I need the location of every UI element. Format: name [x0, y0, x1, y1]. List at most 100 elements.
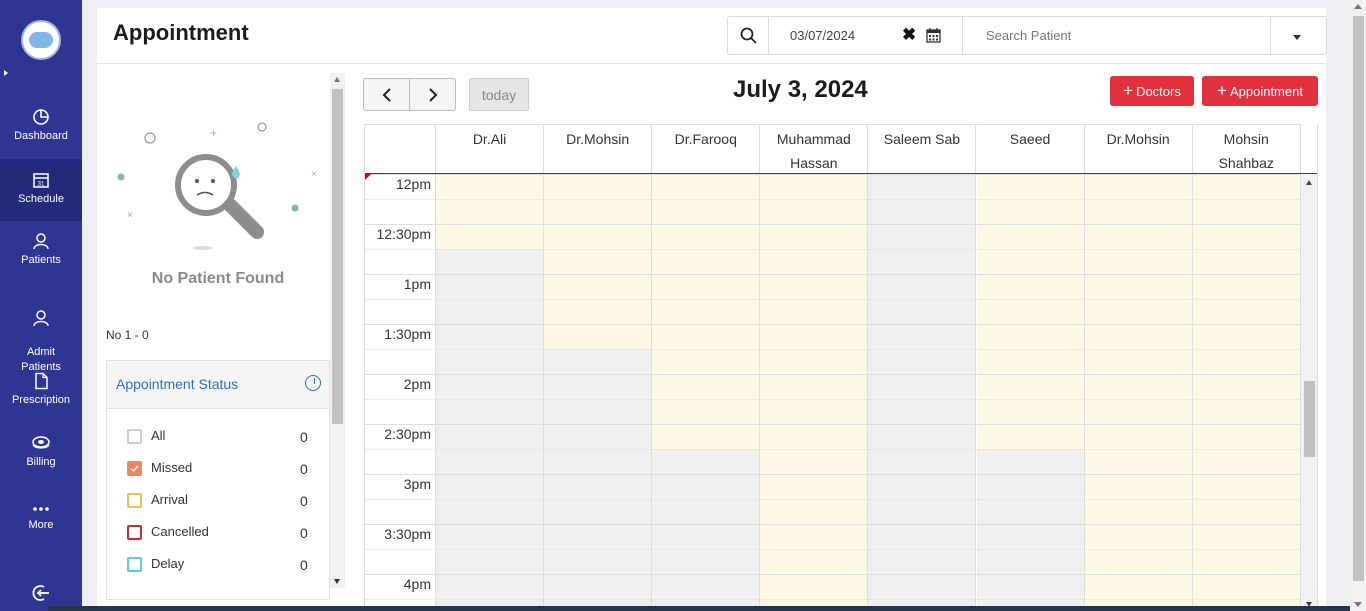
time-slot[interactable] [976, 224, 1085, 249]
time-slot[interactable] [760, 299, 869, 324]
time-slot[interactable] [1084, 574, 1193, 599]
time-grid[interactable]: 12pm 12:30pm 1pm 1:30pm 2pm 2:30pm 3pm 3:30pm 4p… [365, 174, 1301, 611]
time-slot[interactable] [1192, 174, 1301, 199]
date-field[interactable]: 03/07/2024 ✖ [769, 17, 963, 54]
time-slot[interactable] [1192, 324, 1301, 349]
sidebar-item-billing[interactable]: Billing [0, 434, 82, 480]
time-slot[interactable] [652, 399, 761, 424]
time-slot[interactable] [760, 449, 869, 474]
time-slot[interactable] [544, 324, 653, 349]
time-slot[interactable] [544, 274, 653, 299]
time-slot[interactable] [868, 524, 977, 549]
sidebar-item-schedule[interactable]: 31 Schedule [0, 159, 82, 221]
status-checkbox-missed[interactable] [127, 461, 142, 476]
time-slot[interactable] [652, 174, 761, 199]
time-slot[interactable] [760, 199, 869, 224]
sidebar-item-patients[interactable]: Patients [0, 232, 82, 278]
time-slot[interactable] [868, 349, 977, 374]
time-slot[interactable] [652, 349, 761, 374]
time-slot[interactable] [436, 474, 545, 499]
time-slot[interactable] [760, 274, 869, 299]
patient-dropdown[interactable] [1271, 17, 1326, 54]
time-slot[interactable] [652, 524, 761, 549]
time-slot[interactable] [544, 474, 653, 499]
time-slot[interactable] [544, 399, 653, 424]
time-slot[interactable] [1084, 374, 1193, 399]
time-slot[interactable] [436, 199, 545, 224]
time-slot[interactable] [1192, 574, 1301, 599]
scroll-up-icon[interactable] [1354, 4, 1362, 9]
time-slot[interactable] [760, 399, 869, 424]
time-slot[interactable] [868, 399, 977, 424]
time-slot[interactable] [976, 424, 1085, 449]
time-slot[interactable] [652, 549, 761, 574]
appointment-status-header[interactable]: Appointment Status [107, 361, 329, 409]
time-slot[interactable] [652, 249, 761, 274]
time-slot[interactable] [868, 499, 977, 524]
time-slot[interactable] [976, 449, 1085, 474]
time-slot[interactable] [868, 249, 977, 274]
time-slot[interactable] [1084, 549, 1193, 574]
time-slot[interactable] [976, 249, 1085, 274]
time-slot[interactable] [544, 224, 653, 249]
time-slot[interactable] [436, 374, 545, 399]
time-slot[interactable] [868, 424, 977, 449]
time-slot[interactable] [760, 174, 869, 199]
logout-button[interactable] [0, 583, 82, 603]
time-slot[interactable] [976, 524, 1085, 549]
left-panel-scrollbar[interactable] [330, 73, 345, 588]
time-slot[interactable] [760, 499, 869, 524]
search-patient-input[interactable] [963, 17, 1270, 54]
clear-date-icon[interactable]: ✖ [902, 25, 916, 45]
sidebar-collapse-icon[interactable] [4, 70, 8, 76]
time-slot[interactable] [1192, 424, 1301, 449]
time-slot[interactable] [652, 424, 761, 449]
time-slot[interactable] [976, 374, 1085, 399]
prev-button[interactable] [363, 78, 410, 111]
time-slot[interactable] [976, 174, 1085, 199]
time-slot[interactable] [760, 549, 869, 574]
time-slot[interactable] [868, 299, 977, 324]
time-slot[interactable] [1084, 474, 1193, 499]
sidebar-item-prescription[interactable]: Prescription [0, 372, 82, 418]
time-slot[interactable] [976, 299, 1085, 324]
time-slot[interactable] [544, 574, 653, 599]
time-slot[interactable] [436, 174, 545, 199]
time-slot[interactable] [652, 474, 761, 499]
time-slot[interactable] [868, 199, 977, 224]
today-button[interactable]: today [469, 78, 529, 111]
time-slot[interactable] [544, 374, 653, 399]
time-slot[interactable] [544, 199, 653, 224]
time-slot[interactable] [868, 324, 977, 349]
status-checkbox-delay[interactable] [127, 557, 142, 572]
scroll-up-icon[interactable] [334, 77, 340, 82]
scrollbar-thumb[interactable] [1304, 381, 1315, 457]
time-slot[interactable] [544, 349, 653, 374]
time-slot[interactable] [1084, 399, 1193, 424]
status-row-all[interactable]: All 0 [127, 427, 317, 447]
time-slot[interactable] [1192, 549, 1301, 574]
sidebar-item-more[interactable]: More [0, 503, 82, 543]
time-slot[interactable] [868, 224, 977, 249]
time-slot[interactable] [976, 274, 1085, 299]
status-row-delay[interactable]: Delay 0 [127, 555, 317, 575]
page-scrollbar[interactable] [1350, 0, 1366, 611]
scroll-down-icon[interactable] [334, 579, 340, 584]
time-slot[interactable] [760, 324, 869, 349]
scroll-up-icon[interactable] [1306, 180, 1312, 185]
time-slot[interactable] [436, 574, 545, 599]
time-slot[interactable] [652, 374, 761, 399]
time-slot[interactable] [868, 274, 977, 299]
time-slot[interactable] [976, 574, 1085, 599]
status-checkbox-all[interactable] [127, 429, 142, 444]
time-slot[interactable] [1192, 399, 1301, 424]
time-slot[interactable] [760, 224, 869, 249]
time-slot[interactable] [544, 249, 653, 274]
time-slot[interactable] [760, 249, 869, 274]
time-slot[interactable] [1084, 449, 1193, 474]
scrollbar-thumb[interactable] [332, 89, 343, 424]
time-slot[interactable] [652, 224, 761, 249]
doctor-column-header[interactable]: Mohsin Shahbaz [1192, 124, 1301, 174]
time-slot[interactable] [436, 549, 545, 574]
time-slot[interactable] [760, 424, 869, 449]
